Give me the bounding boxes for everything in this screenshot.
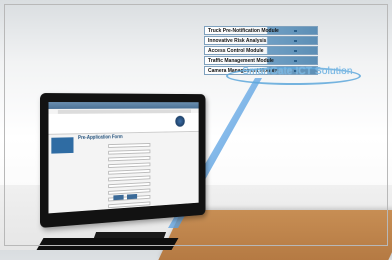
field-label [78,184,105,185]
field-label [78,177,105,178]
led-icon [294,30,297,32]
module-label: Truck Pre-Notification Module [208,27,279,35]
field-label [78,170,105,171]
form-title: Pre-Application Form [78,133,194,141]
sidebar-panel[interactable] [51,137,73,153]
brand-title: SmartGate ICT Solution [230,66,365,77]
field-label [78,143,105,144]
form-area: Pre-Application Form [78,133,194,206]
led-icon [294,60,297,62]
field-label [78,163,105,164]
sidebar [51,135,73,153]
monitor-screen: Pre-Application Form [49,102,199,213]
module-item: Traffic Management Module [204,56,318,65]
monitor: Pre-Application Form [40,93,206,228]
cancel-button[interactable] [127,194,137,199]
form-input[interactable] [108,162,150,168]
keyboard [37,238,179,250]
submit-button[interactable] [113,195,123,200]
field-label [78,150,105,151]
form-input[interactable] [108,156,150,161]
module-label: Traffic Management Module [208,57,274,65]
led-icon [294,50,297,52]
site-header [49,113,199,135]
browser-titlebar [49,102,199,109]
form-input[interactable] [108,201,150,208]
module-label: Access Control Module [208,47,264,55]
form-input[interactable] [108,143,150,148]
field-label [78,157,105,158]
module-item: Truck Pre-Notification Module [204,26,318,35]
form-input[interactable] [108,149,150,154]
led-icon [294,40,297,42]
emblem-icon [175,116,184,127]
module-label: Innovative Risk Analysis [208,37,266,45]
module-item: Innovative Risk Analysis [204,36,318,45]
module-item: Access Control Module [204,46,318,55]
site-nav [90,127,129,131]
